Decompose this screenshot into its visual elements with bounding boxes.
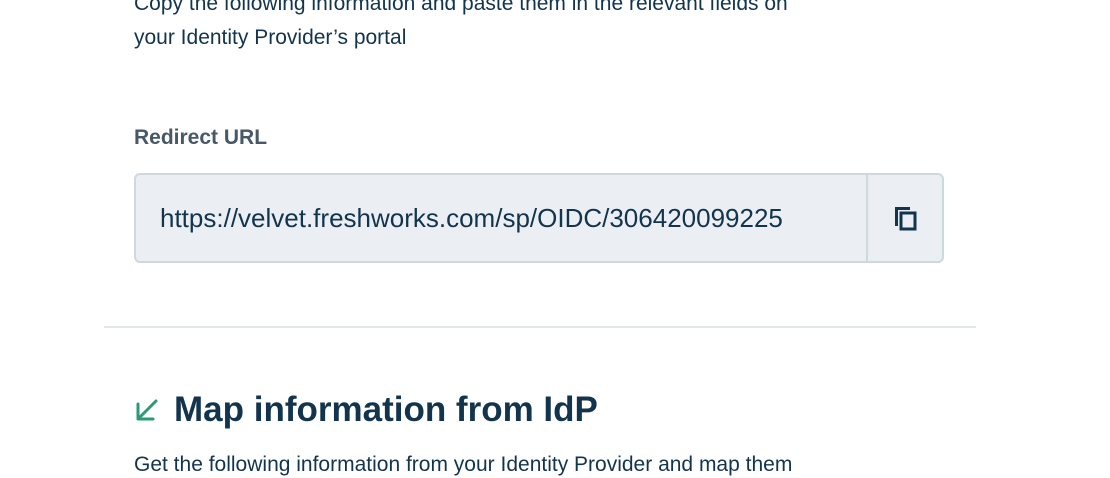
intro-line-1: Copy the following information and paste… [134,0,788,15]
map-section-description: Get the following information from your … [134,453,793,476]
section-divider [104,326,976,328]
arrow-down-left-icon [136,399,158,421]
copy-icon [895,207,917,231]
intro-line-2: your Identity Provider’s portal [134,26,407,49]
intro-text: Copy the following information and paste… [134,0,954,55]
map-section-title: Map information from IdP [174,390,598,429]
redirect-url-value[interactable]: https://velvet.freshworks.com/sp/OIDC/30… [136,175,866,261]
copy-button[interactable] [866,175,942,261]
redirect-url-field: https://velvet.freshworks.com/sp/OIDC/30… [134,173,944,263]
map-section-header: Map information from IdP [134,388,598,432]
sso-config-page: Copy the following information and paste… [0,0,1110,478]
redirect-url-label: Redirect URL [134,126,268,149]
